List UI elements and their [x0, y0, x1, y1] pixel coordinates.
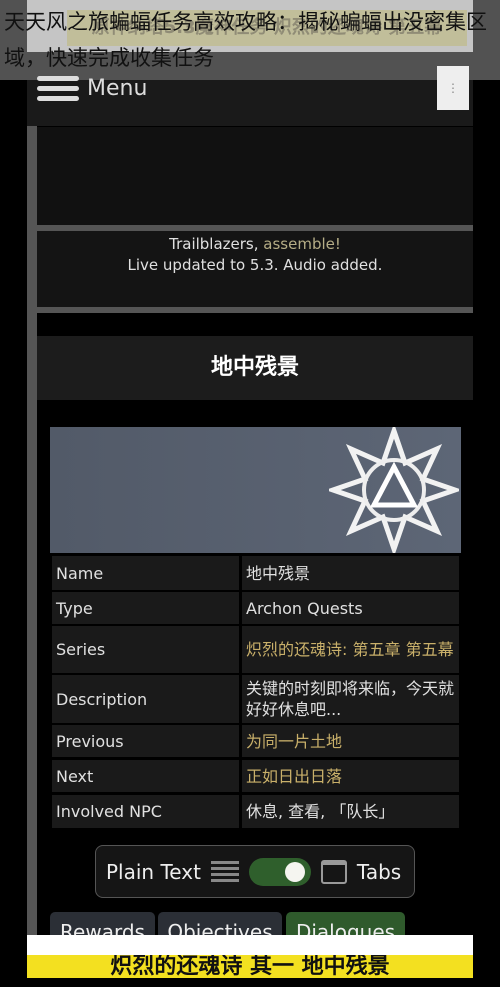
- next-quest-link[interactable]: 正如日出日落: [242, 760, 459, 792]
- divider: [37, 307, 473, 313]
- info-value: 地中残景: [242, 556, 459, 590]
- info-row-name: Name 地中残景: [52, 556, 459, 590]
- notice-update: Live updated to 5.3. Audio added.: [127, 256, 383, 274]
- scrollbar[interactable]: [27, 126, 37, 936]
- video-top-banner: 原神纳塔5.3魔神任务 炽烈的还魂诗 第五幕: [27, 0, 473, 52]
- subtitle-bar: [27, 935, 473, 955]
- quest-banner-image: [50, 427, 461, 553]
- info-key: Name: [52, 556, 239, 590]
- tabs-label[interactable]: Tabs: [357, 860, 401, 884]
- hamburger-menu-icon[interactable]: [37, 76, 79, 102]
- info-key: Next: [52, 760, 239, 792]
- info-key: Description: [52, 675, 239, 723]
- subtitle-text: 炽烈的还魂诗 其一 地中残景: [27, 955, 473, 978]
- archon-emblem-icon: [329, 427, 459, 553]
- notice-panel: Trailblazers, assemble! Live updated to …: [37, 231, 473, 307]
- previous-quest-link[interactable]: 为同一片土地: [242, 725, 459, 757]
- info-value: Archon Quests: [242, 592, 459, 624]
- series-link[interactable]: 炽烈的还魂诗: 第五章 第五幕: [242, 626, 459, 673]
- side-scroll-button[interactable]: ⋮: [437, 66, 469, 110]
- view-toggle-switch[interactable]: [248, 857, 311, 886]
- info-row-npc: Involved NPC 休息, 查看, 「队长」: [52, 795, 459, 828]
- quest-title: 地中残景: [37, 336, 473, 400]
- info-key: Involved NPC: [52, 795, 239, 828]
- info-row-description: Description 关键的时刻即将来临，今天就好好休息吧...: [52, 675, 459, 723]
- info-row-next: Next 正如日出日落: [52, 760, 459, 792]
- info-value: 休息, 查看, 「队长」: [242, 795, 459, 828]
- info-key: Previous: [52, 725, 239, 757]
- info-row-previous: Previous 为同一片土地: [52, 725, 459, 757]
- menu-button[interactable]: Menu: [87, 76, 147, 101]
- info-key: Series: [52, 626, 239, 673]
- notice-text: Trailblazers,: [169, 235, 264, 253]
- list-icon: [210, 860, 239, 883]
- info-key: Type: [52, 592, 239, 624]
- info-row-series: Series 炽烈的还魂诗: 第五章 第五幕: [52, 626, 459, 673]
- tabs-window-icon: [320, 859, 347, 884]
- ad-panel: [37, 127, 473, 225]
- header-bar: Menu ⋮: [27, 66, 473, 126]
- view-mode-toggle: Plain Text Tabs: [95, 845, 415, 898]
- notice-accent: assemble!: [263, 235, 341, 253]
- info-value: 关键的时刻即将来临，今天就好好休息吧...: [242, 675, 459, 723]
- plain-text-label[interactable]: Plain Text: [106, 860, 201, 884]
- info-row-type: Type Archon Quests: [52, 592, 459, 624]
- top-banner-text: 原神纳塔5.3魔神任务 炽烈的还魂诗 第五幕: [67, 10, 467, 46]
